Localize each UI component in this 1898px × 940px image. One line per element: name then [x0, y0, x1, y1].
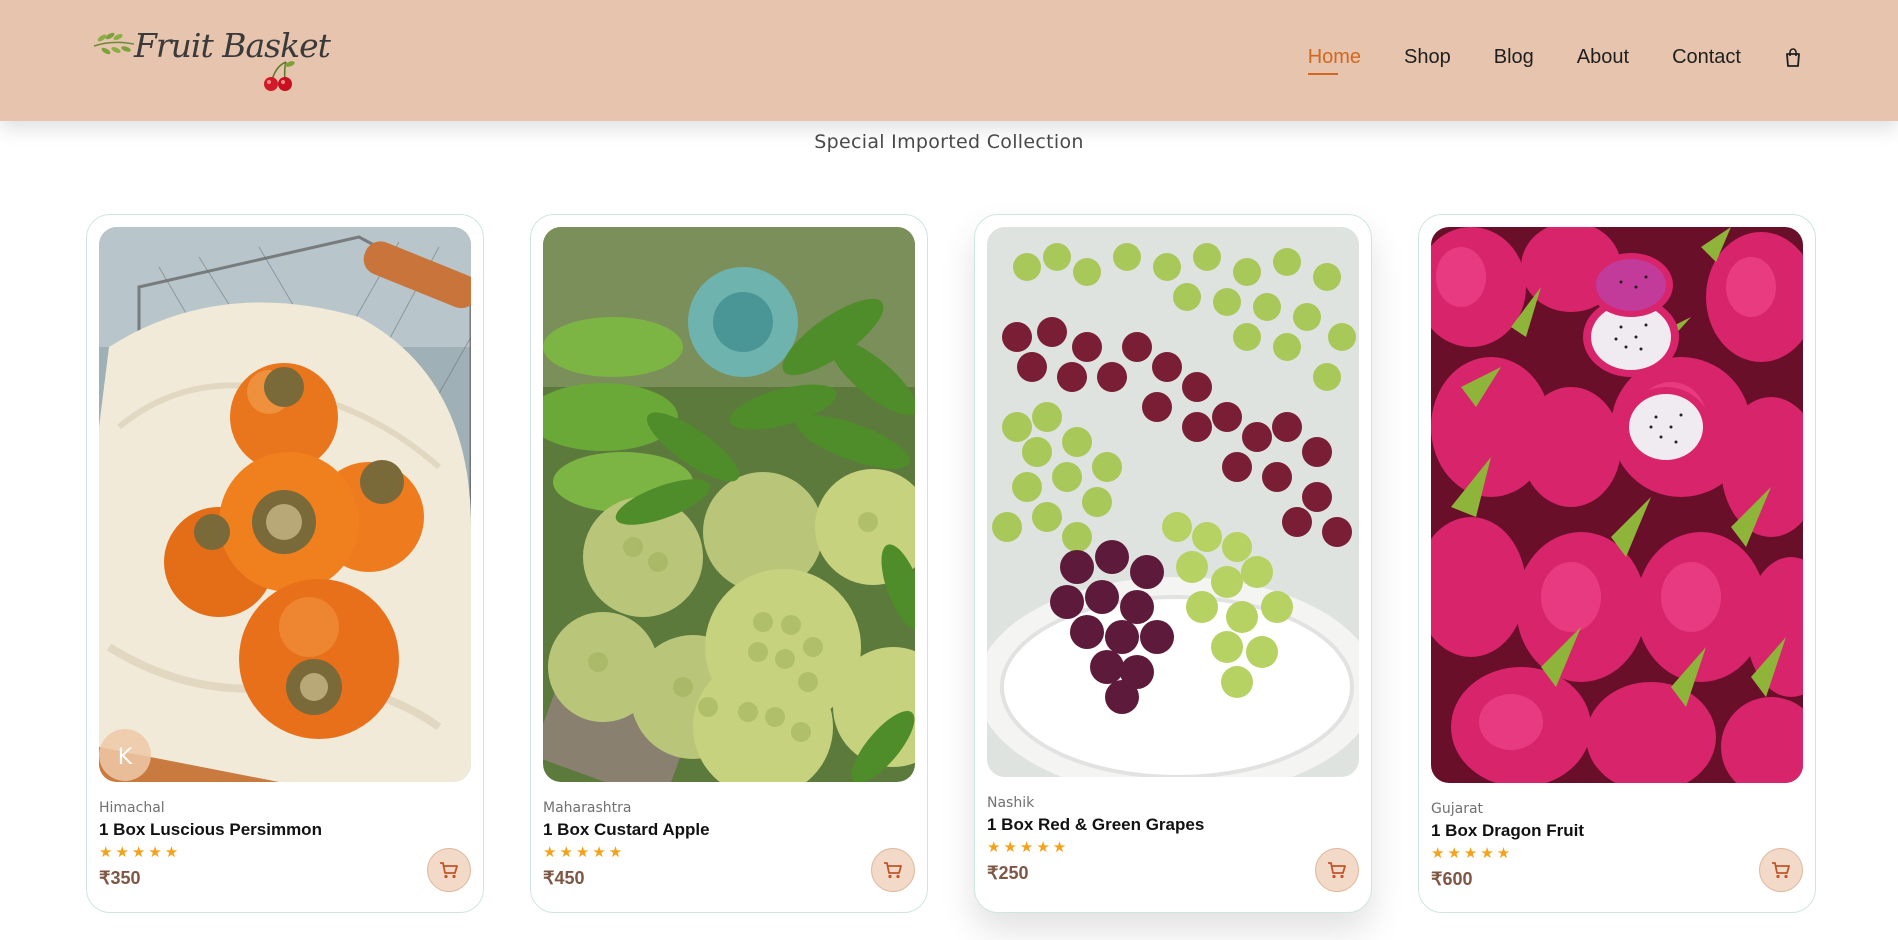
- rating-stars: ★★★★★: [987, 838, 1070, 856]
- shopping-bag-icon[interactable]: [1784, 47, 1802, 69]
- custard-apple-image: [543, 227, 915, 782]
- add-to-cart-button[interactable]: [427, 848, 471, 892]
- product-image[interactable]: [1431, 227, 1803, 783]
- product-image[interactable]: K: [99, 227, 471, 782]
- nav-shop[interactable]: Shop: [1404, 46, 1451, 69]
- rating-stars: ★★★★★: [543, 843, 626, 861]
- product-name[interactable]: 1 Box Custard Apple: [543, 820, 710, 840]
- product-card[interactable]: K Himachal 1 Box Luscious Persimmon ★★★★…: [86, 214, 484, 913]
- product-origin: Himachal: [99, 800, 165, 816]
- nav-home[interactable]: Home: [1307, 46, 1361, 75]
- cart-icon: [1772, 862, 1790, 879]
- add-to-cart-button[interactable]: [1759, 848, 1803, 892]
- add-to-cart-button[interactable]: [1315, 848, 1359, 892]
- cart-icon: [440, 862, 458, 879]
- product-name[interactable]: 1 Box Luscious Persimmon: [99, 820, 322, 840]
- product-card[interactable]: Gujarat 1 Box Dragon Fruit ★★★★★ ₹600: [1418, 214, 1816, 913]
- cart-icon: [1328, 862, 1346, 879]
- nav-contact[interactable]: Contact: [1672, 46, 1741, 69]
- add-to-cart-button[interactable]: [871, 848, 915, 892]
- rating-stars: ★★★★★: [1431, 844, 1514, 862]
- product-origin: Nashik: [987, 795, 1035, 811]
- nav-blog[interactable]: Blog: [1494, 46, 1534, 69]
- logo-text: Fruit Basket: [134, 26, 331, 65]
- product-origin: Gujarat: [1431, 801, 1484, 817]
- grapes-image: [987, 227, 1359, 777]
- cart-icon: [884, 862, 902, 879]
- product-price: ₹600: [1431, 869, 1473, 889]
- persimmon-image: K: [99, 227, 471, 782]
- main-nav: Home Shop Blog About Contact: [1265, 46, 1802, 75]
- product-price: ₹250: [987, 863, 1029, 883]
- svg-text:K: K: [118, 745, 133, 770]
- product-price: ₹450: [543, 868, 585, 888]
- nav-about[interactable]: About: [1577, 46, 1629, 69]
- section-subtitle: Special Imported Collection: [814, 131, 1084, 153]
- product-image[interactable]: [987, 227, 1359, 777]
- product-image[interactable]: [543, 227, 915, 782]
- product-name[interactable]: 1 Box Red & Green Grapes: [987, 815, 1204, 835]
- leaf-branch-icon: [93, 32, 135, 55]
- site-header: Fruit Basket Home Shop Blog About Contac…: [0, 0, 1898, 121]
- product-name[interactable]: 1 Box Dragon Fruit: [1431, 821, 1584, 841]
- product-card[interactable]: Maharashtra 1 Box Custard Apple ★★★★★ ₹4…: [530, 214, 928, 913]
- product-card[interactable]: Nashik 1 Box Red & Green Grapes ★★★★★ ₹2…: [974, 214, 1372, 913]
- rating-stars: ★★★★★: [99, 843, 182, 861]
- dragon-fruit-image: [1431, 227, 1803, 783]
- cherry-icon: [264, 61, 295, 91]
- product-price: ₹350: [99, 868, 141, 888]
- brand-logo[interactable]: Fruit Basket: [92, 24, 331, 96]
- product-origin: Maharashtra: [543, 800, 632, 816]
